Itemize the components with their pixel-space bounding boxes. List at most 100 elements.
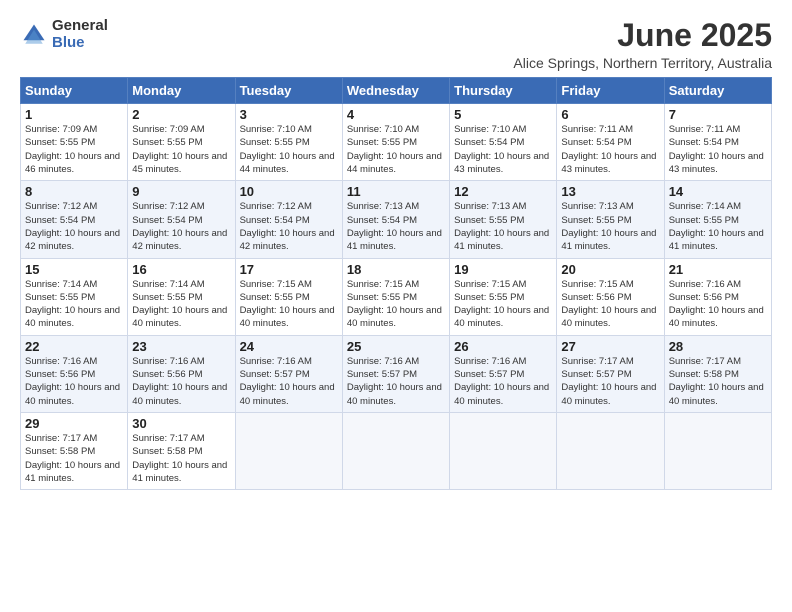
day-number: 5	[454, 107, 552, 122]
day-info: Sunrise: 7:17 AM Sunset: 5:58 PM Dayligh…	[669, 355, 767, 408]
title-block: June 2025 Alice Springs, Northern Territ…	[513, 18, 772, 71]
calendar-row: 8Sunrise: 7:12 AM Sunset: 5:54 PM Daylig…	[21, 181, 772, 258]
day-number: 10	[240, 184, 338, 199]
day-number: 15	[25, 262, 123, 277]
calendar: Sunday Monday Tuesday Wednesday Thursday…	[20, 77, 772, 490]
day-number: 4	[347, 107, 445, 122]
day-number: 6	[561, 107, 659, 122]
table-row: 2Sunrise: 7:09 AM Sunset: 5:55 PM Daylig…	[128, 104, 235, 181]
table-row: 5Sunrise: 7:10 AM Sunset: 5:54 PM Daylig…	[450, 104, 557, 181]
day-number: 13	[561, 184, 659, 199]
table-row: 1Sunrise: 7:09 AM Sunset: 5:55 PM Daylig…	[21, 104, 128, 181]
table-row: 17Sunrise: 7:15 AM Sunset: 5:55 PM Dayli…	[235, 258, 342, 335]
table-row: 22Sunrise: 7:16 AM Sunset: 5:56 PM Dayli…	[21, 335, 128, 412]
day-info: Sunrise: 7:16 AM Sunset: 5:57 PM Dayligh…	[454, 355, 552, 408]
day-number: 2	[132, 107, 230, 122]
day-number: 26	[454, 339, 552, 354]
day-number: 23	[132, 339, 230, 354]
table-row: 20Sunrise: 7:15 AM Sunset: 5:56 PM Dayli…	[557, 258, 664, 335]
table-row: 29Sunrise: 7:17 AM Sunset: 5:58 PM Dayli…	[21, 412, 128, 489]
day-info: Sunrise: 7:17 AM Sunset: 5:58 PM Dayligh…	[25, 432, 123, 485]
day-info: Sunrise: 7:16 AM Sunset: 5:57 PM Dayligh…	[347, 355, 445, 408]
day-number: 7	[669, 107, 767, 122]
day-info: Sunrise: 7:15 AM Sunset: 5:55 PM Dayligh…	[347, 278, 445, 331]
day-info: Sunrise: 7:17 AM Sunset: 5:57 PM Dayligh…	[561, 355, 659, 408]
table-row	[557, 412, 664, 489]
day-info: Sunrise: 7:13 AM Sunset: 5:55 PM Dayligh…	[561, 200, 659, 253]
day-number: 1	[25, 107, 123, 122]
logo-icon	[20, 21, 48, 49]
col-tuesday: Tuesday	[235, 78, 342, 104]
day-info: Sunrise: 7:16 AM Sunset: 5:56 PM Dayligh…	[669, 278, 767, 331]
day-info: Sunrise: 7:15 AM Sunset: 5:56 PM Dayligh…	[561, 278, 659, 331]
subtitle: Alice Springs, Northern Territory, Austr…	[513, 55, 772, 71]
table-row: 3Sunrise: 7:10 AM Sunset: 5:55 PM Daylig…	[235, 104, 342, 181]
day-number: 9	[132, 184, 230, 199]
calendar-row: 15Sunrise: 7:14 AM Sunset: 5:55 PM Dayli…	[21, 258, 772, 335]
table-row: 23Sunrise: 7:16 AM Sunset: 5:56 PM Dayli…	[128, 335, 235, 412]
day-info: Sunrise: 7:12 AM Sunset: 5:54 PM Dayligh…	[25, 200, 123, 253]
table-row: 6Sunrise: 7:11 AM Sunset: 5:54 PM Daylig…	[557, 104, 664, 181]
col-saturday: Saturday	[664, 78, 771, 104]
logo-general: General	[52, 18, 108, 35]
logo-blue: Blue	[52, 35, 108, 52]
table-row: 27Sunrise: 7:17 AM Sunset: 5:57 PM Dayli…	[557, 335, 664, 412]
day-info: Sunrise: 7:13 AM Sunset: 5:55 PM Dayligh…	[454, 200, 552, 253]
day-number: 22	[25, 339, 123, 354]
day-info: Sunrise: 7:16 AM Sunset: 5:56 PM Dayligh…	[132, 355, 230, 408]
day-info: Sunrise: 7:10 AM Sunset: 5:55 PM Dayligh…	[347, 123, 445, 176]
day-info: Sunrise: 7:13 AM Sunset: 5:54 PM Dayligh…	[347, 200, 445, 253]
day-number: 8	[25, 184, 123, 199]
day-info: Sunrise: 7:14 AM Sunset: 5:55 PM Dayligh…	[132, 278, 230, 331]
day-info: Sunrise: 7:11 AM Sunset: 5:54 PM Dayligh…	[669, 123, 767, 176]
table-row: 9Sunrise: 7:12 AM Sunset: 5:54 PM Daylig…	[128, 181, 235, 258]
calendar-row: 1Sunrise: 7:09 AM Sunset: 5:55 PM Daylig…	[21, 104, 772, 181]
day-info: Sunrise: 7:09 AM Sunset: 5:55 PM Dayligh…	[132, 123, 230, 176]
calendar-row: 29Sunrise: 7:17 AM Sunset: 5:58 PM Dayli…	[21, 412, 772, 489]
day-number: 14	[669, 184, 767, 199]
col-wednesday: Wednesday	[342, 78, 449, 104]
day-number: 29	[25, 416, 123, 431]
table-row: 11Sunrise: 7:13 AM Sunset: 5:54 PM Dayli…	[342, 181, 449, 258]
day-info: Sunrise: 7:11 AM Sunset: 5:54 PM Dayligh…	[561, 123, 659, 176]
day-number: 17	[240, 262, 338, 277]
table-row	[235, 412, 342, 489]
table-row: 15Sunrise: 7:14 AM Sunset: 5:55 PM Dayli…	[21, 258, 128, 335]
header: General Blue June 2025 Alice Springs, No…	[20, 18, 772, 71]
table-row: 28Sunrise: 7:17 AM Sunset: 5:58 PM Dayli…	[664, 335, 771, 412]
table-row	[664, 412, 771, 489]
table-row: 24Sunrise: 7:16 AM Sunset: 5:57 PM Dayli…	[235, 335, 342, 412]
day-info: Sunrise: 7:15 AM Sunset: 5:55 PM Dayligh…	[454, 278, 552, 331]
day-info: Sunrise: 7:14 AM Sunset: 5:55 PM Dayligh…	[669, 200, 767, 253]
day-number: 27	[561, 339, 659, 354]
table-row: 4Sunrise: 7:10 AM Sunset: 5:55 PM Daylig…	[342, 104, 449, 181]
day-info: Sunrise: 7:09 AM Sunset: 5:55 PM Dayligh…	[25, 123, 123, 176]
day-info: Sunrise: 7:12 AM Sunset: 5:54 PM Dayligh…	[240, 200, 338, 253]
calendar-row: 22Sunrise: 7:16 AM Sunset: 5:56 PM Dayli…	[21, 335, 772, 412]
logo-text: General Blue	[52, 18, 108, 51]
day-info: Sunrise: 7:16 AM Sunset: 5:56 PM Dayligh…	[25, 355, 123, 408]
col-monday: Monday	[128, 78, 235, 104]
main-title: June 2025	[513, 18, 772, 53]
day-number: 25	[347, 339, 445, 354]
day-number: 30	[132, 416, 230, 431]
table-row: 8Sunrise: 7:12 AM Sunset: 5:54 PM Daylig…	[21, 181, 128, 258]
table-row	[342, 412, 449, 489]
day-info: Sunrise: 7:14 AM Sunset: 5:55 PM Dayligh…	[25, 278, 123, 331]
day-info: Sunrise: 7:10 AM Sunset: 5:54 PM Dayligh…	[454, 123, 552, 176]
day-number: 21	[669, 262, 767, 277]
table-row: 18Sunrise: 7:15 AM Sunset: 5:55 PM Dayli…	[342, 258, 449, 335]
table-row: 12Sunrise: 7:13 AM Sunset: 5:55 PM Dayli…	[450, 181, 557, 258]
table-row: 7Sunrise: 7:11 AM Sunset: 5:54 PM Daylig…	[664, 104, 771, 181]
day-number: 20	[561, 262, 659, 277]
table-row: 19Sunrise: 7:15 AM Sunset: 5:55 PM Dayli…	[450, 258, 557, 335]
table-row: 25Sunrise: 7:16 AM Sunset: 5:57 PM Dayli…	[342, 335, 449, 412]
day-number: 11	[347, 184, 445, 199]
table-row: 26Sunrise: 7:16 AM Sunset: 5:57 PM Dayli…	[450, 335, 557, 412]
col-thursday: Thursday	[450, 78, 557, 104]
day-number: 24	[240, 339, 338, 354]
page: General Blue June 2025 Alice Springs, No…	[0, 0, 792, 612]
day-info: Sunrise: 7:12 AM Sunset: 5:54 PM Dayligh…	[132, 200, 230, 253]
day-number: 28	[669, 339, 767, 354]
table-row: 16Sunrise: 7:14 AM Sunset: 5:55 PM Dayli…	[128, 258, 235, 335]
